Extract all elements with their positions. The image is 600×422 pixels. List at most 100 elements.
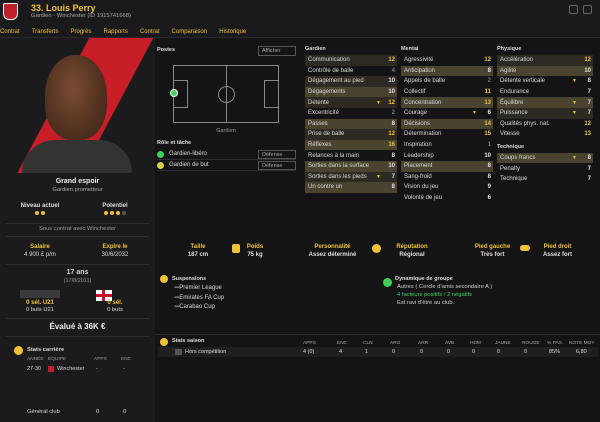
group-social-circle[interactable]: Autres ( Cercle d'amis secondaire A ) (397, 284, 492, 290)
career-apps: - (96, 366, 98, 372)
attr-row[interactable]: Contrôle de balle 4 (305, 66, 397, 77)
season-stats-icon (160, 338, 168, 346)
attr-row[interactable]: Sorties dans la surface 10 (305, 160, 397, 172)
general-enc: 0 (123, 409, 127, 415)
competition-name: Hors compétition (185, 349, 227, 355)
age: 17 ans (66, 269, 89, 276)
goalkeeper-position-marker[interactable] (170, 89, 178, 97)
attr-row[interactable]: Communication 12 (305, 55, 397, 66)
attr-row[interactable]: Détente ▼ 12 (305, 97, 397, 108)
nav-historique[interactable]: Historique (213, 26, 252, 37)
gk-attributes-title: Gardien (305, 46, 326, 52)
star-icon[interactable] (569, 5, 578, 14)
positions-title[interactable]: Postes (157, 47, 175, 53)
salary-value: 4 900 £ p/m (24, 252, 56, 258)
attr-row[interactable]: Dégagement au pied 10 (305, 76, 397, 87)
menu-icon[interactable] (583, 5, 592, 14)
position-label: Gardien (216, 128, 236, 134)
personality-block: Personnalité Assez déterminé (300, 244, 365, 258)
group-factors[interactable]: 4 facteurs positifs / 2 négatifs (397, 292, 472, 298)
weight-label: Poids (246, 244, 264, 250)
attr-row[interactable]: Leadership 10 (401, 150, 493, 161)
attr-row[interactable]: Courage ▼ 6 (401, 108, 493, 119)
left-foot-value: Très fort (480, 252, 505, 258)
current-ability-label: Niveau actuel (20, 203, 60, 209)
career-team[interactable]: Winchester (57, 366, 85, 372)
col-hdm: HDM (470, 341, 481, 346)
nav-contrat-2[interactable]: Contrat (134, 26, 166, 37)
nav-transferts[interactable]: Transferts (26, 26, 65, 37)
header-actions (569, 5, 592, 14)
attr-row[interactable]: Collectif 11 (401, 87, 493, 98)
attr-row[interactable]: Penalty 7 (497, 163, 593, 174)
stat-avb: 0 (447, 349, 451, 355)
attr-row[interactable]: Coups francs ▼ 8 (497, 152, 593, 164)
u21-caps: 0 sél. U21 (26, 300, 54, 306)
attr-row[interactable]: Agressivité 12 (401, 55, 493, 66)
attr-row[interactable]: Concentration 13 (401, 97, 493, 108)
attr-row[interactable]: Appels de balle 2 (401, 76, 493, 87)
career-stats-icon (14, 346, 23, 355)
weight-block: Poids 75 kg (235, 244, 275, 258)
role-row[interactable]: Gardien de but Défense (157, 160, 296, 171)
attr-row[interactable]: Décisions 14 (401, 118, 493, 130)
attr-row[interactable]: Relances à la main 8 (305, 150, 397, 161)
attr-row[interactable]: Équilibre ▼ 7 (497, 97, 593, 108)
club-badge-icon[interactable] (3, 3, 18, 20)
attr-row[interactable]: Agilité 10 (497, 65, 593, 77)
attr-row[interactable]: Vitesse 13 (497, 129, 593, 140)
expiry-label: Expire le (102, 244, 128, 250)
attr-row[interactable]: Qualités phys. nat. 12 (497, 119, 593, 130)
show-dropdown[interactable]: Afficher (258, 46, 296, 56)
attr-row[interactable]: Sorties dans les pieds ▼ 7 (305, 171, 397, 183)
group-status-icon (383, 278, 392, 287)
attr-row[interactable]: Placement 8 (401, 160, 493, 172)
nav-rapports[interactable]: Rapports (98, 26, 134, 37)
attr-row[interactable]: Prise de balle 12 (305, 129, 397, 140)
reputation-icon (372, 244, 381, 253)
competition-item: ▪▪▪▪ Emirates FA Cup (174, 294, 225, 301)
senior-stats: 0 sél. 0 buts (85, 300, 145, 313)
group-dynamics-title[interactable]: Dynamique de groupe (395, 276, 453, 282)
duty-select[interactable]: Défense (258, 149, 296, 159)
profile-subtitle: Gardien prometteur (52, 187, 103, 193)
role-row[interactable]: Gardien-libéro Défense (157, 149, 296, 160)
nation-flag-left[interactable] (20, 290, 60, 298)
attr-row[interactable]: Passes 8 (305, 118, 397, 130)
height-block: Taille 187 cm (178, 244, 218, 258)
attr-row[interactable]: Inspiration 1 (401, 140, 493, 151)
attr-row[interactable]: Vision du jeu 9 (401, 182, 493, 193)
attr-row[interactable]: Détermination 15 (401, 129, 493, 140)
attr-row[interactable]: Un contre un 8 (305, 182, 397, 193)
attr-row[interactable]: Anticipation 8 (401, 65, 493, 77)
attr-row[interactable]: Dégagements 10 (305, 86, 397, 98)
stat-arg: 0 (392, 349, 396, 355)
col-avb: AVB (445, 341, 455, 346)
attr-row[interactable]: Réflexes 16 (305, 139, 397, 151)
attr-row[interactable]: Volonté de jeu 6 (401, 193, 493, 204)
nav-comparaison[interactable]: Comparaison (166, 26, 214, 37)
attr-row[interactable]: Accélération 12 (497, 55, 593, 66)
career-year: 27-30 (27, 366, 42, 372)
attr-row[interactable]: Sang-froid 8 (401, 172, 493, 183)
stat-avg-rating: 6,80 (576, 349, 587, 355)
role-name: Gardien-libéro (169, 151, 208, 157)
career-stats-title[interactable]: Stats carrière (27, 347, 64, 353)
duty-select[interactable]: Défense (258, 160, 296, 170)
season-stats-title[interactable]: Stats saison (172, 338, 204, 344)
attr-row[interactable]: Technique 7 (497, 174, 593, 185)
height-label: Taille (190, 244, 206, 250)
personality-label: Personnalité (314, 244, 351, 250)
attr-row[interactable]: Détente verticale ▼ 8 (497, 76, 593, 87)
nav-contrat[interactable]: Contrat (0, 26, 26, 37)
attr-row[interactable]: Endurance 7 (497, 87, 593, 98)
career-enc: - (123, 366, 125, 372)
col-pass: % PAS. (547, 341, 564, 346)
attr-row[interactable]: Excentricité 2 (305, 108, 397, 119)
roles-list: Gardien-libéro Défense Gardien de but Dé… (157, 149, 296, 171)
suspensions-title[interactable]: Suspensions (172, 276, 206, 282)
mental-attributes-title: Mental (401, 46, 419, 52)
nav-progres[interactable]: Progrès (64, 26, 97, 37)
career-col-team: ÉQUIPE (48, 357, 67, 362)
attr-row[interactable]: Puissance ▼ 7 (497, 107, 593, 119)
